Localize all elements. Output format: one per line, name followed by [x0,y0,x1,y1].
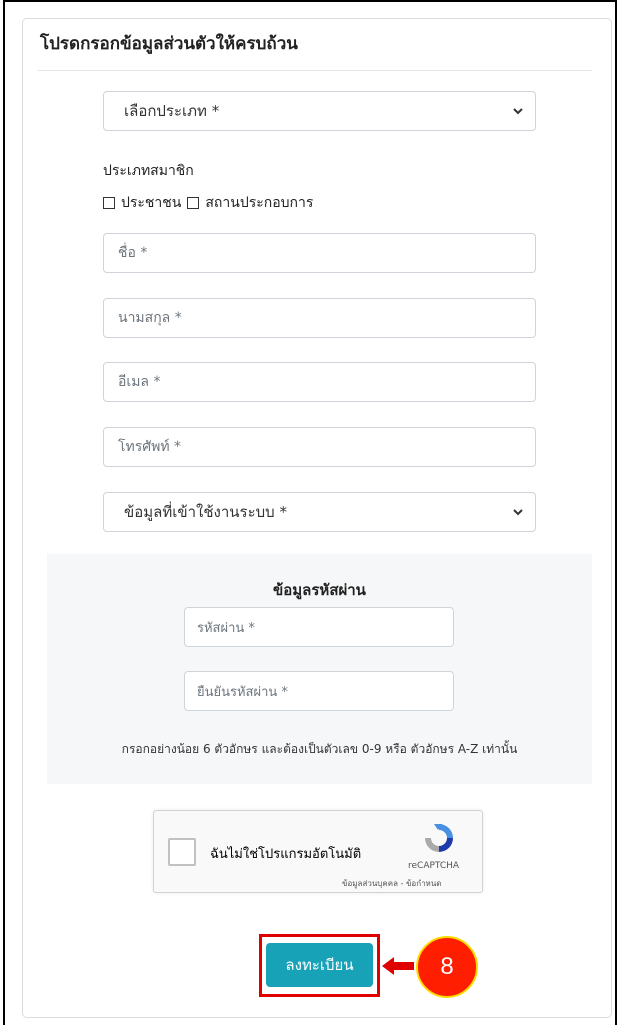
password-section-title: ข้อมูลรหัสผ่าน [273,581,366,599]
last-name-placeholder: นามสกุล * [118,310,182,326]
type-select[interactable]: เลือกประเภท * [103,91,536,131]
chevron-down-icon [513,108,523,115]
recaptcha-checkbox[interactable] [168,838,196,866]
member-type-label: ประเภทสมาชิก [103,163,194,179]
email-field[interactable]: อีเมล * [103,362,536,402]
usage-select[interactable]: ข้อมูลที่เข้าใช้งานระบบ * [103,492,536,532]
form-title: โปรดกรอกข้อมูลส่วนตัวให้ครบถ้วน [40,34,298,54]
last-name-field[interactable]: นามสกุล * [103,298,536,338]
phone-placeholder: โทรศัพท์ * [118,439,182,455]
first-name-placeholder: ชื่อ * [118,245,148,261]
checkbox-business[interactable] [187,197,200,209]
recaptcha-brand: reCAPTCHA [408,861,460,871]
phone-field[interactable]: โทรศัพท์ * [103,427,536,467]
recaptcha-logo-icon [425,824,453,852]
type-select-value: เลือกประเภท * [124,102,220,120]
recaptcha-widget: ฉันไม่ใช่โปรแกรมอัตโนมัติ reCAPTCHA ข้อม… [153,810,483,893]
recaptcha-links[interactable]: ข้อมูลส่วนบุคคล - ข้อกำหนด [342,877,442,890]
usage-select-value: ข้อมูลที่เข้าใช้งานระบบ * [124,503,287,521]
email-placeholder: อีเมล * [118,374,161,390]
register-button[interactable]: ลงทะเบียน [266,943,373,987]
password-field[interactable]: รหัสผ่าน * [184,607,454,647]
password-hint: กรอกอย่างน้อย 6 ตัวอักษร และต้องเป็นตัวเ… [121,742,518,756]
checkbox-business-label: สถานประกอบการ [205,195,314,211]
password-placeholder: รหัสผ่าน * [197,620,255,636]
first-name-field[interactable]: ชื่อ * [103,233,536,273]
checkbox-citizen[interactable] [103,197,115,209]
confirm-password-field[interactable]: ยืนยันรหัสผ่าน * [184,671,454,711]
confirm-password-placeholder: ยืนยันรหัสผ่าน * [197,684,288,700]
chevron-down-icon [513,509,523,516]
title-divider [38,70,592,71]
checkbox-citizen-label: ประชาชน [121,195,182,211]
step-marker: 8 [416,936,478,998]
recaptcha-label: ฉันไม่ใช่โปรแกรมอัตโนมัติ [210,847,362,862]
password-panel: ข้อมูลรหัสผ่าน รหัสผ่าน * ยืนยันรหัสผ่าน… [47,554,592,784]
member-type-options: ประชาชน สถานประกอบการ [103,192,313,214]
arrow-left-icon [382,957,414,975]
